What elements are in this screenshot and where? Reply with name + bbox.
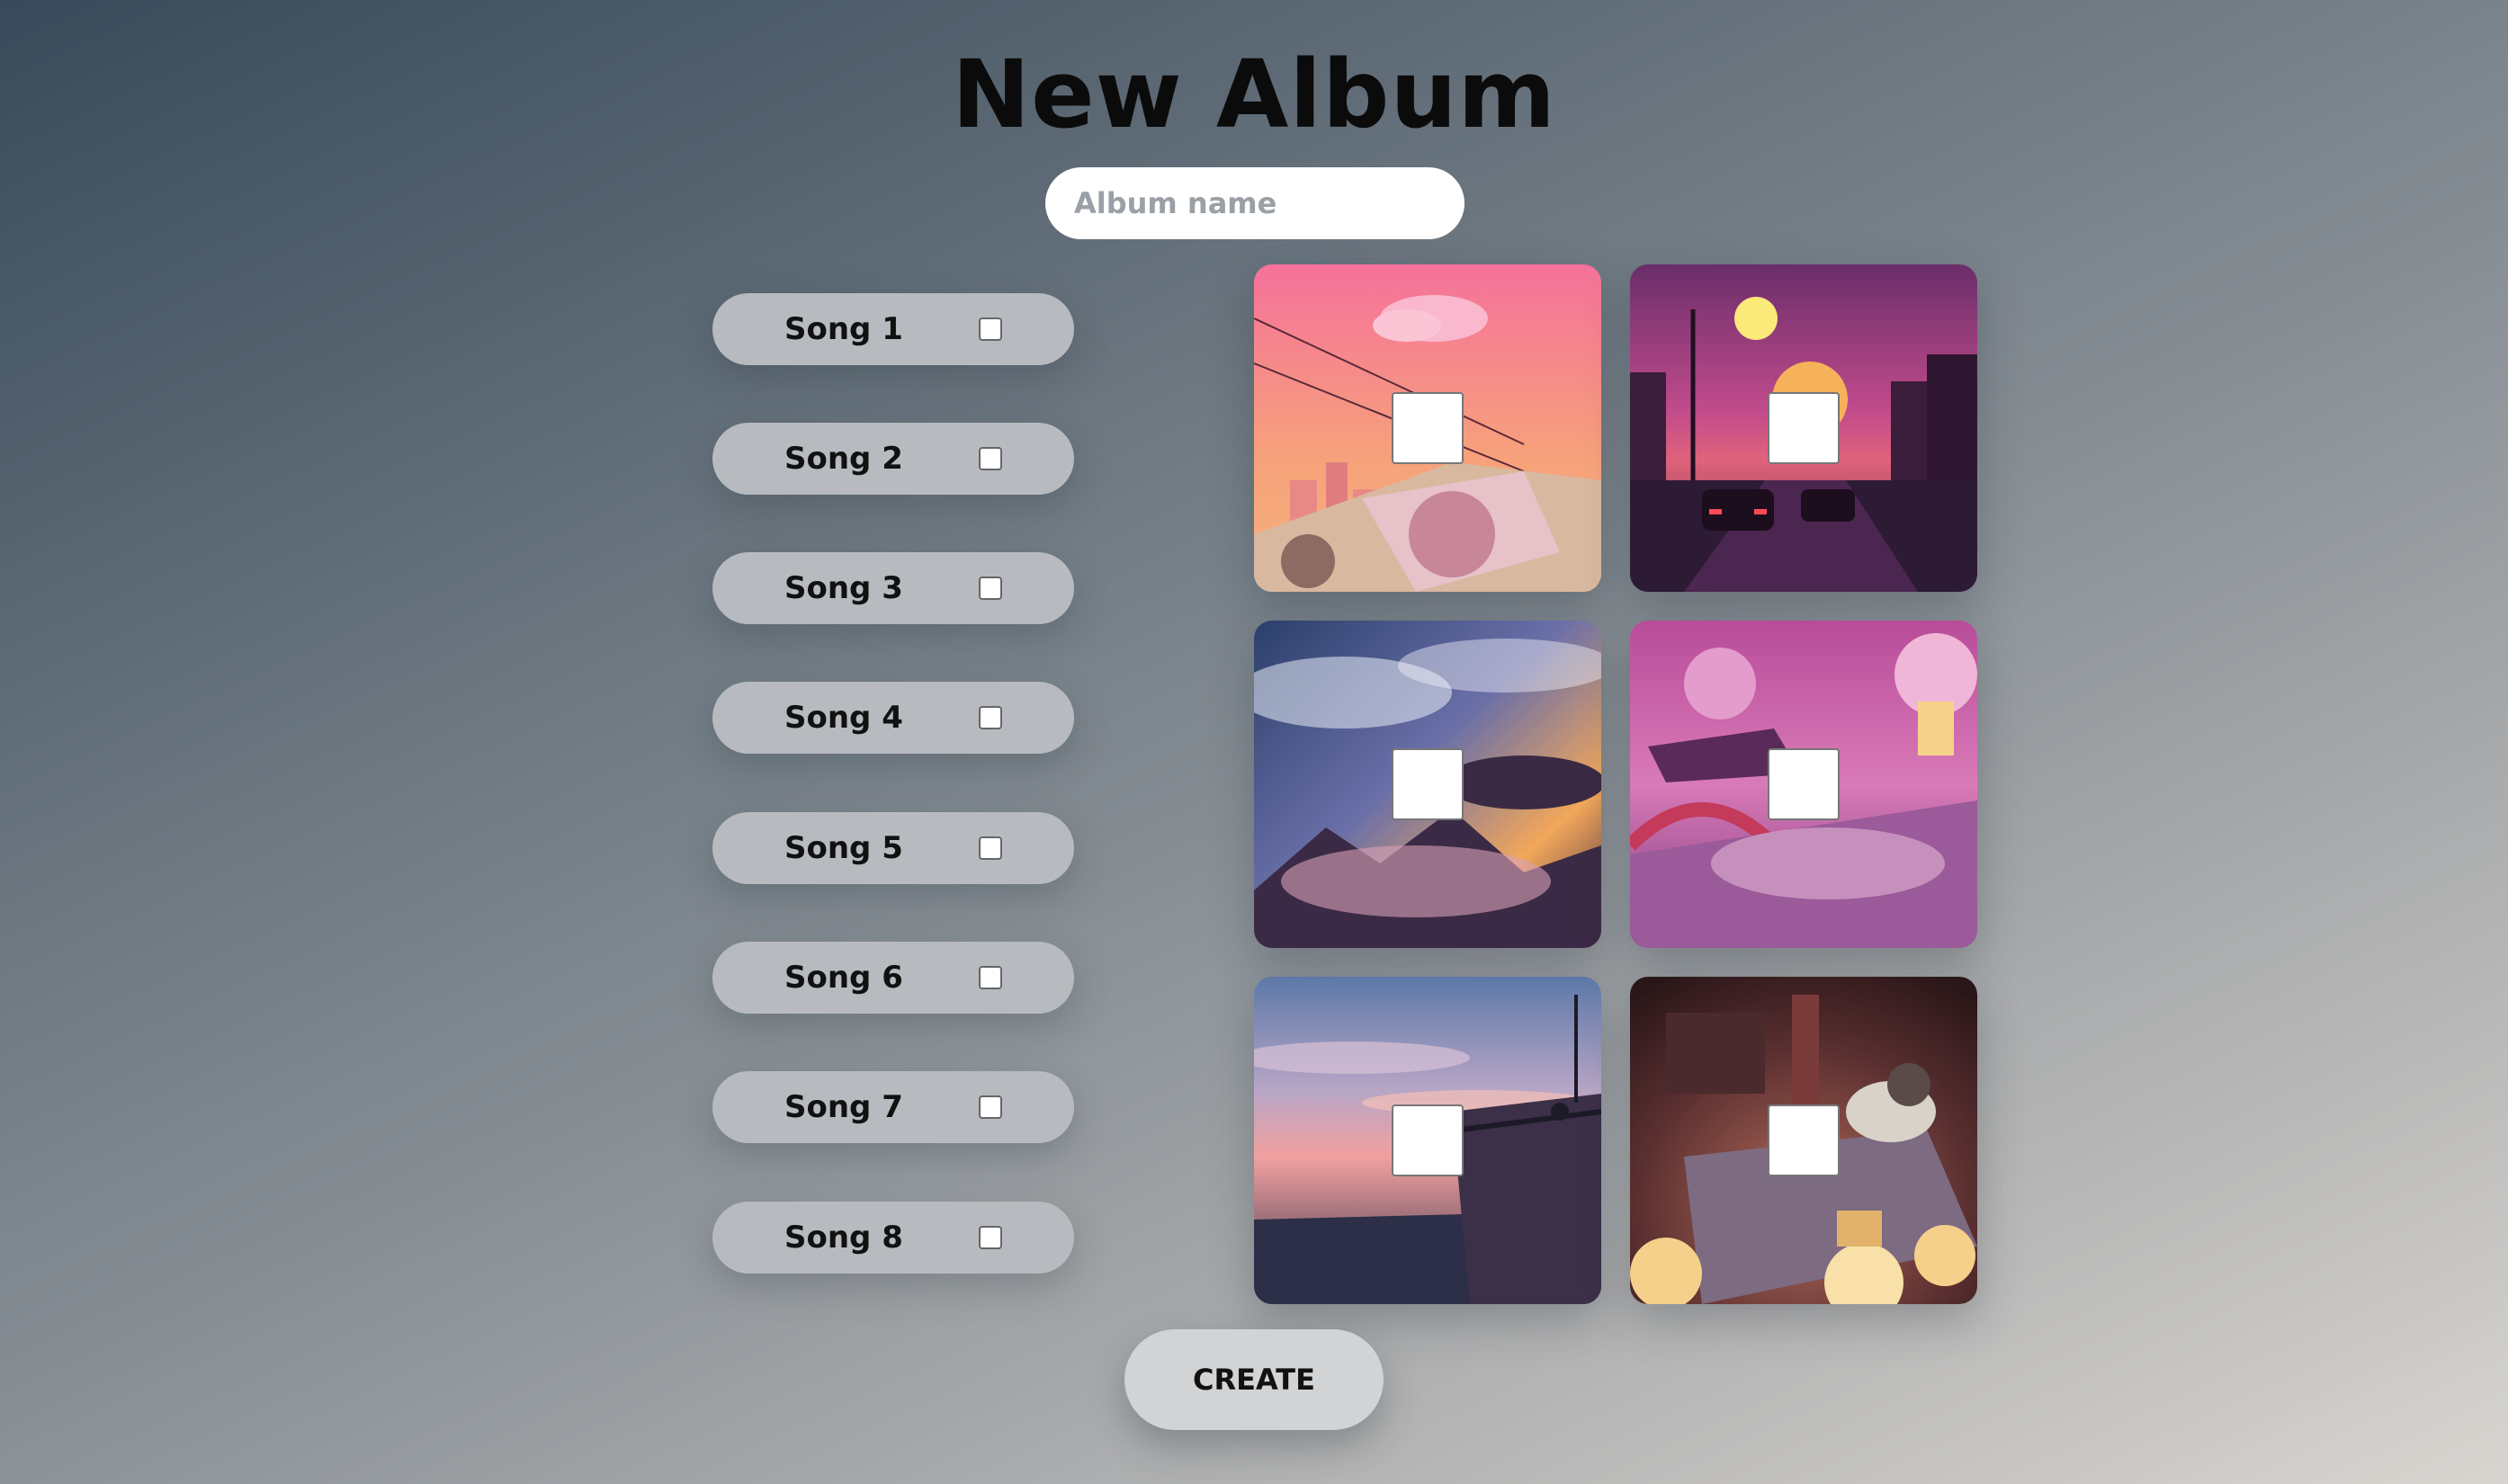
cover-purple-highway-sunset[interactable] [1630,264,1977,592]
song-item-5[interactable]: Song 5 [712,812,1074,884]
song-label: Song 1 [784,311,903,347]
song-checkbox[interactable] [979,577,1002,600]
song-label: Song 7 [784,1089,903,1125]
song-label: Song 3 [784,570,903,606]
album-name-input[interactable] [1045,167,1464,239]
song-label: Song 2 [784,441,903,477]
cover-checkbox[interactable] [1768,1104,1840,1176]
song-label: Song 8 [784,1220,903,1256]
song-checkbox[interactable] [979,966,1002,989]
song-item-2[interactable]: Song 2 [712,423,1074,495]
song-checkbox[interactable] [979,447,1002,470]
song-label: Song 6 [784,960,903,996]
cover-checkbox[interactable] [1392,392,1464,464]
cover-pink-city-road[interactable] [1254,264,1601,592]
create-button[interactable]: CREATE [1124,1329,1384,1430]
page-title: New Album [952,40,1556,149]
song-label: Song 5 [784,830,903,866]
song-item-6[interactable]: Song 6 [712,942,1074,1014]
cover-checkbox[interactable] [1392,1104,1464,1176]
cover-checkbox[interactable] [1392,748,1464,820]
song-item-1[interactable]: Song 1 [712,293,1074,365]
song-item-8[interactable]: Song 8 [712,1202,1074,1274]
cover-sky-whale-clouds[interactable] [1254,621,1601,948]
song-checkbox[interactable] [979,317,1002,341]
song-label: Song 4 [784,700,903,736]
cover-cozy-room-raccoon[interactable] [1630,977,1977,1304]
cover-checkbox[interactable] [1768,392,1840,464]
cover-pink-garden-bridge[interactable] [1630,621,1977,948]
song-item-4[interactable]: Song 4 [712,682,1074,754]
song-item-3[interactable]: Song 3 [712,552,1074,624]
song-checkbox[interactable] [979,706,1002,729]
song-item-7[interactable]: Song 7 [712,1071,1074,1143]
song-checkbox[interactable] [979,1095,1002,1119]
song-checkbox[interactable] [979,836,1002,860]
cover-checkbox[interactable] [1768,748,1840,820]
song-checkbox[interactable] [979,1226,1002,1249]
cover-rooftop-dusk[interactable] [1254,977,1601,1304]
